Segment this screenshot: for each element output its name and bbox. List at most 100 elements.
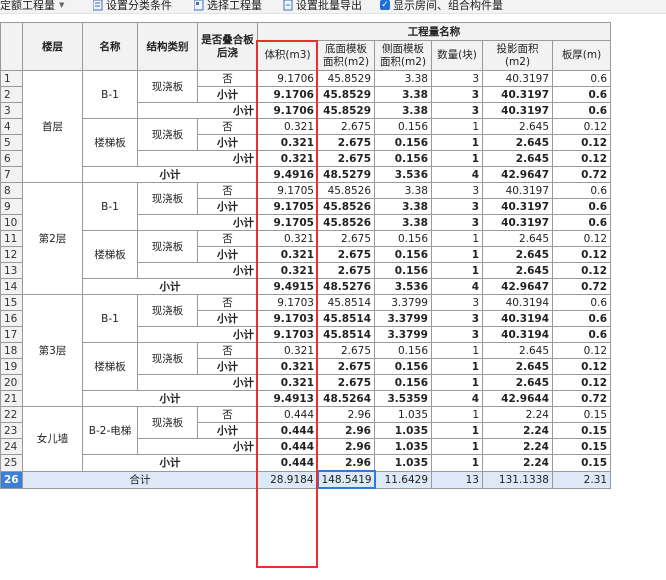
volume-cell[interactable]: 9.1705 bbox=[257, 198, 318, 215]
show-room-checkbox[interactable]: ✓ 显示房间、组合构件量 bbox=[380, 0, 503, 13]
side-cell[interactable]: 1.035 bbox=[374, 406, 432, 423]
proj-cell[interactable]: 40.3194 bbox=[482, 326, 553, 343]
bottom-cell[interactable]: 45.8514 bbox=[317, 326, 375, 343]
subtotal-label[interactable]: 小计 bbox=[197, 86, 258, 103]
count-cell[interactable]: 1 bbox=[431, 406, 483, 423]
floor-cell[interactable]: 首层 bbox=[22, 70, 83, 183]
overlap-cell[interactable]: 否 bbox=[197, 342, 258, 359]
bottom-cell[interactable]: 45.8526 bbox=[317, 198, 375, 215]
thick-cell[interactable]: 2.31 bbox=[551, 470, 612, 489]
bottom-cell[interactable]: 48.5279 bbox=[317, 166, 375, 183]
subtotal-label[interactable]: 小计 bbox=[137, 438, 258, 455]
struct-cell[interactable]: 现浇板 bbox=[137, 182, 198, 215]
col-header-floor[interactable]: 楼层 bbox=[22, 22, 83, 71]
subtotal-label[interactable]: 小计 bbox=[197, 198, 258, 215]
count-cell[interactable]: 1 bbox=[431, 374, 483, 391]
side-cell[interactable]: 1.035 bbox=[374, 454, 432, 472]
proj-cell[interactable]: 40.3197 bbox=[482, 102, 553, 119]
table-row[interactable]: 18 楼梯板 现浇板 否 0.321 2.675 0.156 1 2.645 0… bbox=[0, 342, 612, 391]
count-cell[interactable]: 4 bbox=[431, 390, 483, 407]
row-number[interactable]: 7 bbox=[0, 166, 23, 183]
row-number[interactable]: 22 bbox=[0, 406, 23, 423]
row-number[interactable]: 5 bbox=[0, 134, 23, 151]
thick-cell[interactable]: 0.15 bbox=[551, 438, 612, 455]
bottom-cell[interactable]: 2.675 bbox=[317, 342, 375, 359]
row-number[interactable]: 21 bbox=[0, 390, 23, 407]
count-cell[interactable]: 3 bbox=[431, 70, 483, 87]
select-quantity-button[interactable]: 选择工程量 bbox=[193, 0, 262, 13]
thick-cell[interactable]: 0.12 bbox=[551, 118, 612, 135]
col-header-bottom-formwork[interactable]: 底面模板面积(m2) bbox=[317, 40, 375, 71]
thick-cell[interactable]: 0.72 bbox=[551, 278, 612, 295]
bottom-cell[interactable]: 2.675 bbox=[317, 374, 375, 391]
col-header-thickness[interactable]: 板厚(m) bbox=[551, 40, 612, 71]
row-number[interactable]: 20 bbox=[0, 374, 23, 391]
quota-quantity-dropdown[interactable]: 定额工程量 ▼ bbox=[0, 0, 64, 13]
name-cell[interactable]: 楼梯板 bbox=[82, 118, 138, 167]
thick-cell[interactable]: 0.12 bbox=[551, 246, 612, 263]
thick-cell[interactable]: 0.6 bbox=[551, 70, 612, 87]
side-cell[interactable]: 3.38 bbox=[374, 214, 432, 231]
bottom-cell[interactable]: 2.96 bbox=[317, 454, 375, 472]
count-cell[interactable]: 3 bbox=[431, 198, 483, 215]
col-header-side-formwork[interactable]: 侧面模板面积(m2) bbox=[374, 40, 432, 71]
table-row[interactable]: 22 女儿墙 B-2-电梯 现浇板 否 0.444 2.96 1.035 1 2… bbox=[0, 406, 612, 472]
total-row[interactable]: 26 合计 28.9184 148.5419 11.6429 13 131.13… bbox=[0, 470, 612, 489]
bottom-cell[interactable]: 2.675 bbox=[317, 358, 375, 375]
overlap-cell[interactable]: 否 bbox=[197, 230, 258, 247]
struct-cell[interactable]: 现浇板 bbox=[137, 294, 198, 327]
row-number[interactable]: 13 bbox=[0, 262, 23, 279]
subtotal-label[interactable]: 小计 bbox=[137, 374, 258, 391]
subtotal-label[interactable]: 小计 bbox=[137, 102, 258, 119]
row-number[interactable]: 12 bbox=[0, 246, 23, 263]
volume-cell[interactable]: 0.444 bbox=[257, 406, 318, 423]
row-number[interactable]: 1 bbox=[0, 70, 23, 87]
thick-cell[interactable]: 0.15 bbox=[551, 454, 612, 472]
count-cell[interactable]: 1 bbox=[431, 342, 483, 359]
bottom-cell[interactable]: 2.675 bbox=[317, 150, 375, 167]
struct-cell[interactable]: 现浇板 bbox=[137, 406, 198, 439]
floor-cell[interactable]: 第2层 bbox=[22, 182, 83, 295]
bottom-cell[interactable]: 2.675 bbox=[317, 230, 375, 247]
thick-cell[interactable]: 0.12 bbox=[551, 134, 612, 151]
thick-cell[interactable]: 0.6 bbox=[551, 294, 612, 311]
row-number[interactable]: 14 bbox=[0, 278, 23, 295]
subtotal-label[interactable]: 小计 bbox=[137, 214, 258, 231]
total-label[interactable]: 合计 bbox=[22, 470, 258, 489]
side-cell[interactable]: 1.035 bbox=[374, 438, 432, 455]
bottom-cell[interactable]: 48.5264 bbox=[317, 390, 375, 407]
thick-cell[interactable]: 0.15 bbox=[551, 406, 612, 423]
proj-cell[interactable]: 2.645 bbox=[482, 262, 553, 279]
side-cell[interactable]: 3.38 bbox=[374, 70, 432, 87]
bottom-cell[interactable]: 45.8526 bbox=[317, 214, 375, 231]
struct-cell[interactable]: 现浇板 bbox=[137, 230, 198, 263]
thick-cell[interactable]: 0.6 bbox=[551, 326, 612, 343]
subtotal-label[interactable]: 小计 bbox=[197, 310, 258, 327]
thick-cell[interactable]: 0.6 bbox=[551, 182, 612, 199]
count-cell[interactable]: 4 bbox=[431, 166, 483, 183]
proj-cell[interactable]: 2.24 bbox=[482, 406, 553, 423]
table-row[interactable]: 15 第3层 B-1 现浇板 否 9.1703 45.8514 3.3799 3… bbox=[0, 294, 612, 407]
batch-export-button[interactable]: 设置批量导出 bbox=[283, 0, 362, 13]
side-cell[interactable]: 1.035 bbox=[374, 422, 432, 439]
volume-cell[interactable]: 9.1706 bbox=[257, 86, 318, 103]
struct-cell[interactable]: 现浇板 bbox=[137, 342, 198, 375]
proj-cell[interactable]: 40.3194 bbox=[482, 310, 553, 327]
side-cell[interactable]: 3.536 bbox=[374, 278, 432, 295]
col-header-name[interactable]: 名称 bbox=[82, 22, 138, 71]
side-cell[interactable]: 0.156 bbox=[374, 246, 432, 263]
overlap-cell[interactable]: 否 bbox=[197, 182, 258, 199]
overlap-cell[interactable]: 否 bbox=[197, 118, 258, 135]
volume-cell[interactable]: 9.1705 bbox=[257, 214, 318, 231]
subtotal-label[interactable]: 小计 bbox=[197, 134, 258, 151]
row-number[interactable]: 3 bbox=[0, 102, 23, 119]
name-cell[interactable]: B-2-电梯 bbox=[82, 406, 138, 455]
proj-cell[interactable]: 2.645 bbox=[482, 150, 553, 167]
volume-cell[interactable]: 9.1703 bbox=[257, 294, 318, 311]
side-cell[interactable]: 3.3799 bbox=[374, 294, 432, 311]
volume-cell[interactable]: 28.9184 bbox=[257, 470, 318, 489]
count-cell[interactable]: 3 bbox=[431, 102, 483, 119]
proj-cell[interactable]: 2.645 bbox=[482, 342, 553, 359]
row-number[interactable]: 6 bbox=[0, 150, 23, 167]
count-cell[interactable]: 1 bbox=[431, 262, 483, 279]
